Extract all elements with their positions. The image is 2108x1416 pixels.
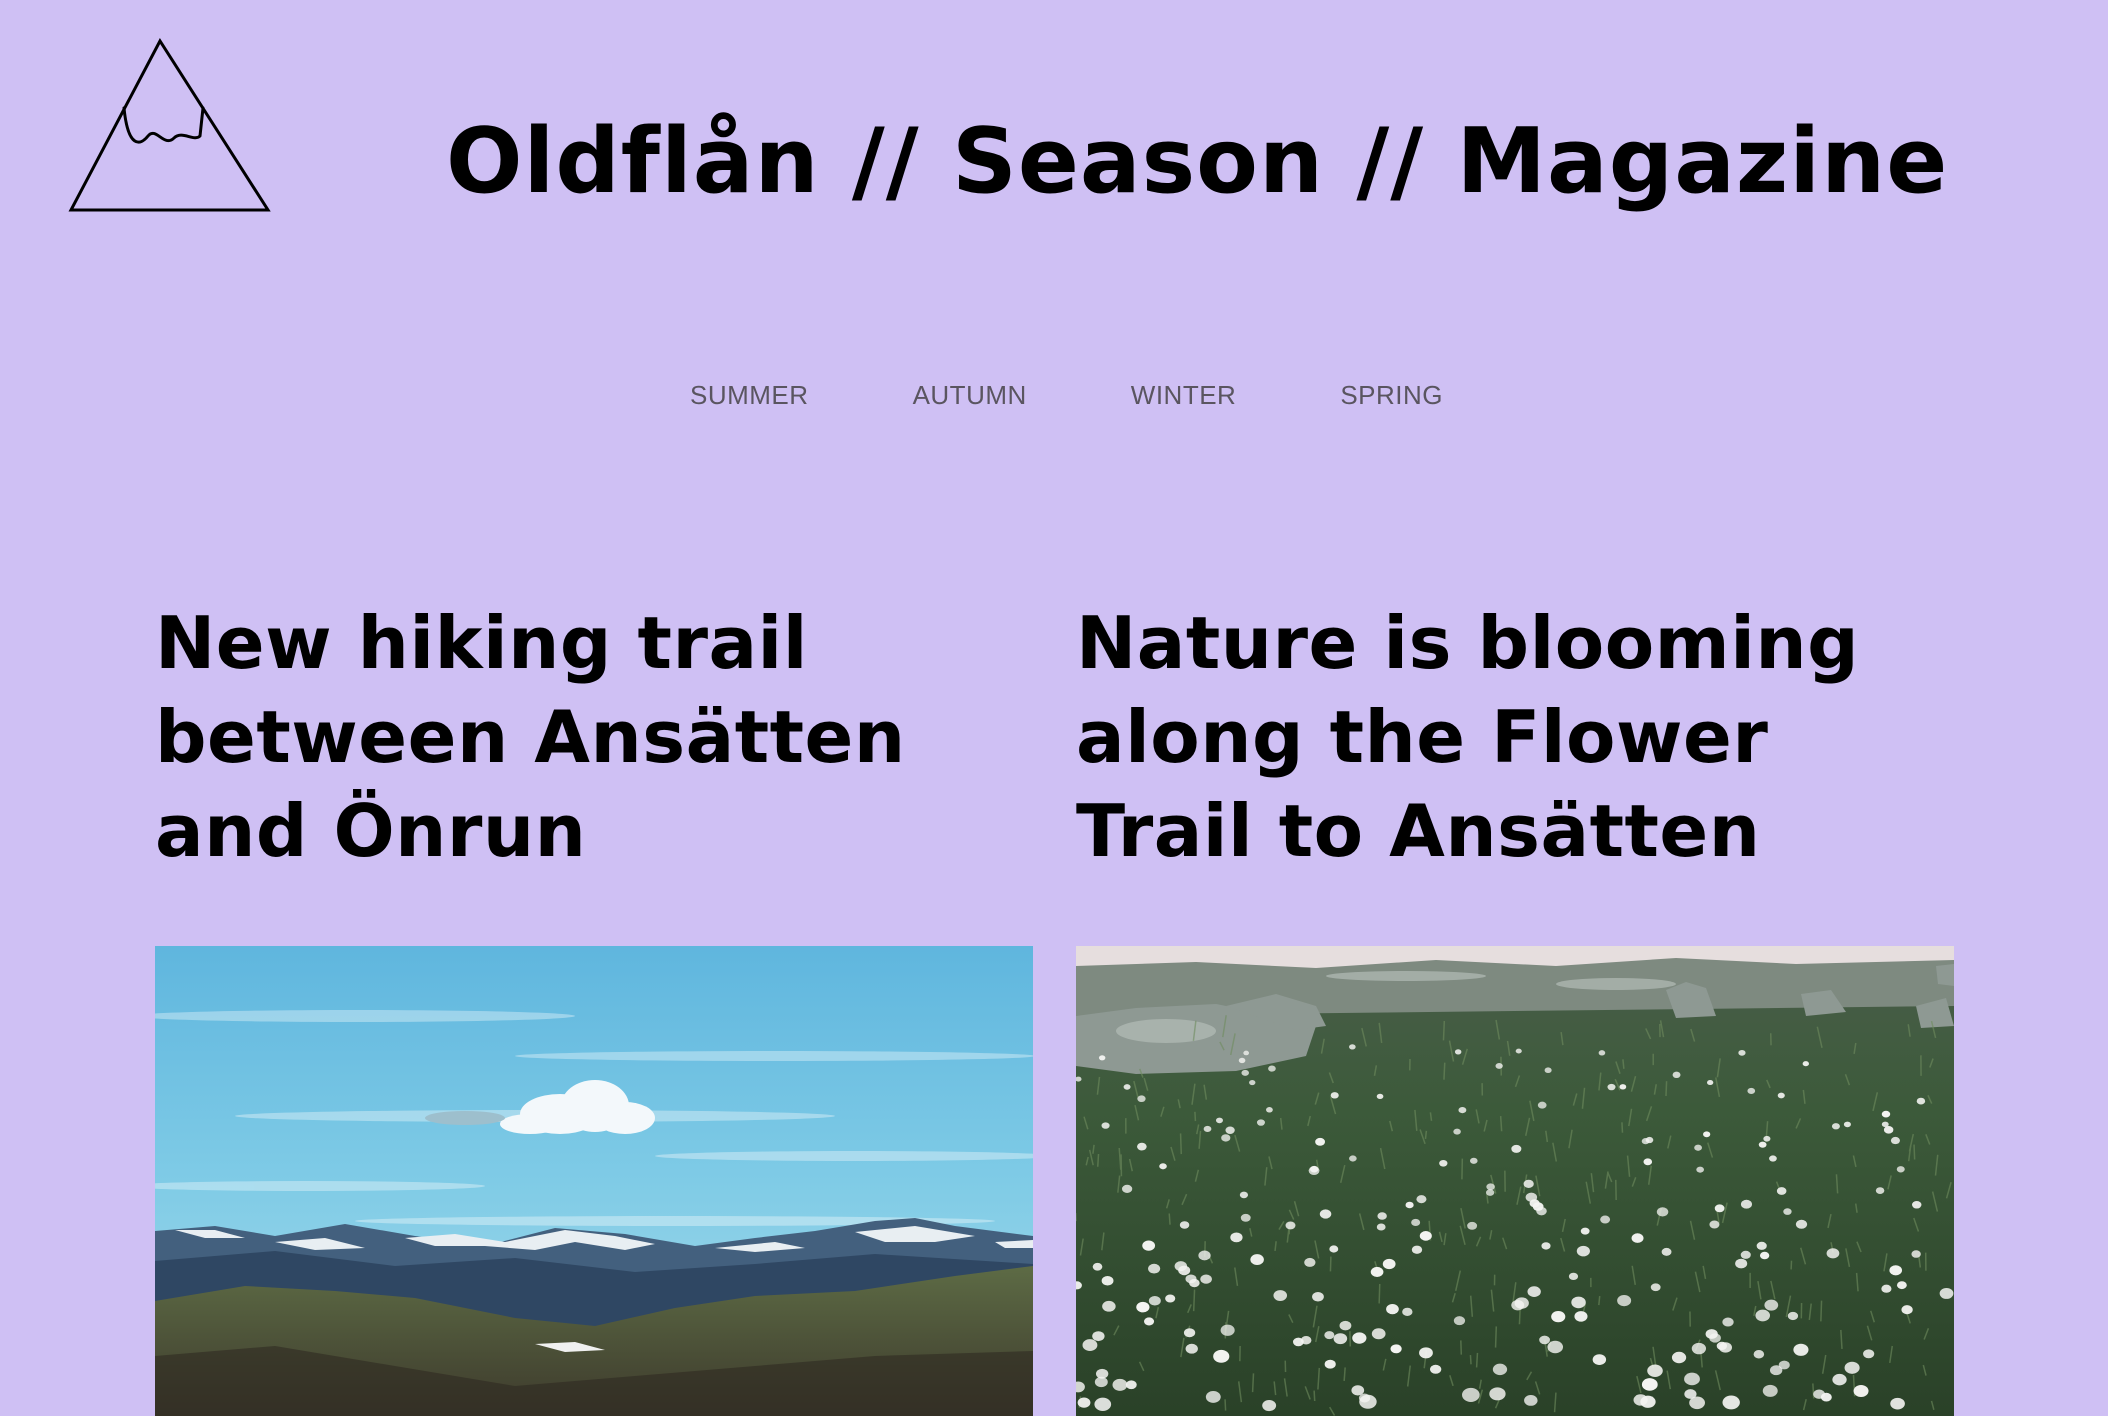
- nav-item-autumn[interactable]: AUTUMN: [913, 380, 1027, 411]
- site-title: Oldflån // Season // Magazine: [446, 102, 1966, 222]
- site-logo[interactable]: [68, 38, 272, 216]
- nav-item-winter[interactable]: WINTER: [1131, 380, 1237, 411]
- article-title[interactable]: New hiking trail between Ansätten and Ön…: [155, 596, 1033, 878]
- meadow-image: [1076, 946, 1954, 1416]
- nav-item-summer[interactable]: SUMMER: [690, 380, 809, 411]
- article-card-flower-trail: Nature is blooming along the Flower Trai…: [1076, 596, 1954, 878]
- season-nav: SUMMER AUTUMN WINTER SPRING: [690, 378, 1443, 412]
- cotton-grass-meadow-photo[interactable]: [1076, 946, 1954, 1416]
- nav-item-spring[interactable]: SPRING: [1340, 380, 1443, 411]
- mountain-icon: [68, 38, 272, 216]
- article-card-hiking-trail: New hiking trail between Ansätten and Ön…: [155, 596, 1033, 878]
- article-title[interactable]: Nature is blooming along the Flower Trai…: [1076, 596, 1954, 878]
- mountain-landscape-photo[interactable]: [155, 946, 1033, 1416]
- mountain-landscape-image: [155, 946, 1033, 1416]
